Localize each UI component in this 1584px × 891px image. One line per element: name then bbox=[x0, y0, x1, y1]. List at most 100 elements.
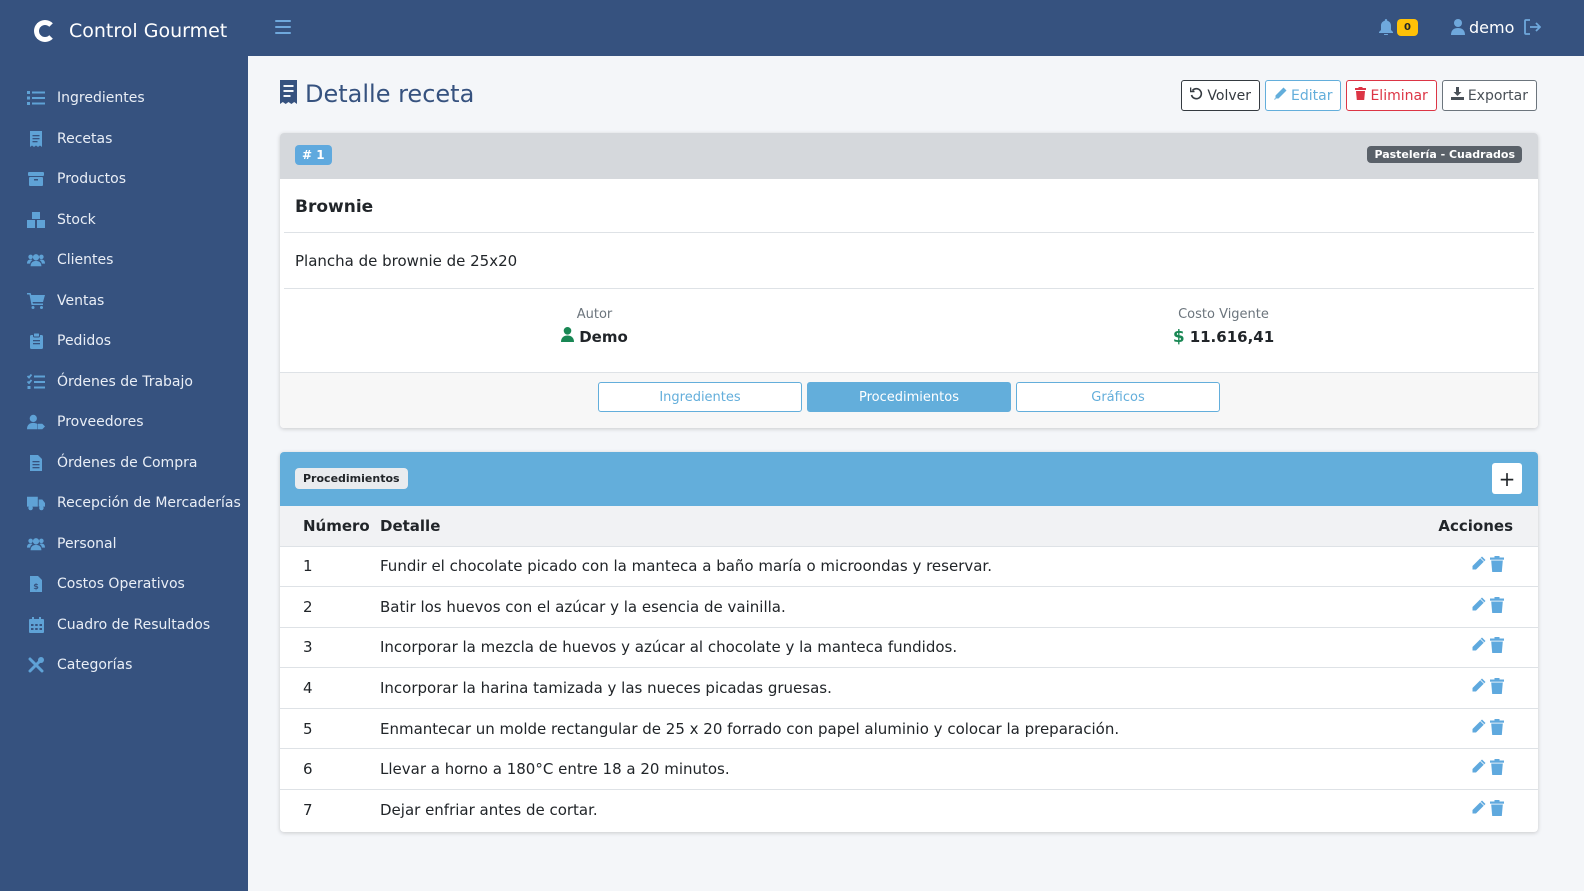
author-name: Demo bbox=[579, 327, 628, 346]
edit-pencil-icon[interactable] bbox=[1471, 556, 1486, 576]
delete-trash-icon[interactable] bbox=[1490, 637, 1504, 657]
sidebar-item-pedidos[interactable]: Pedidos bbox=[0, 321, 248, 362]
edit-pencil-icon[interactable] bbox=[1471, 800, 1486, 820]
export-button-label: Exportar bbox=[1467, 87, 1528, 104]
sidebar-item-ordenes-compra[interactable]: Órdenes de Compra bbox=[0, 443, 248, 484]
edit-pencil-icon[interactable] bbox=[1471, 597, 1486, 617]
sidebar-item-personal[interactable]: Personal bbox=[0, 524, 248, 565]
logout-icon[interactable] bbox=[1524, 19, 1542, 39]
delete-button[interactable]: Eliminar bbox=[1346, 80, 1437, 111]
sidebar: Control Gourmet Ingredientes Recetas Pro… bbox=[0, 0, 248, 891]
undo-icon bbox=[1190, 87, 1203, 104]
step-number: 2 bbox=[303, 597, 313, 616]
box-icon bbox=[27, 171, 45, 187]
sidebar-item-costos-operativos[interactable]: $ Costos Operativos bbox=[0, 564, 248, 605]
sidebar-item-ordenes-trabajo[interactable]: Órdenes de Trabajo bbox=[0, 362, 248, 403]
sidebar-item-label: Clientes bbox=[57, 252, 114, 269]
table-header-row: Número Detalle Acciones bbox=[280, 506, 1538, 546]
add-procedure-button[interactable]: + bbox=[1492, 463, 1522, 494]
recipe-card: # 1 Pastelería - Cuadrados Brownie Planc… bbox=[280, 133, 1538, 428]
delete-trash-icon[interactable] bbox=[1490, 596, 1504, 617]
download-icon bbox=[1450, 87, 1464, 104]
edit-button[interactable]: Editar bbox=[1265, 80, 1342, 111]
user-icon bbox=[561, 327, 575, 346]
row-actions bbox=[1398, 546, 1538, 587]
header-actions: Volver Editar Eliminar Exportar bbox=[1181, 80, 1537, 111]
table-row: 4 Incorporar la harina tamizada y las nue… bbox=[280, 667, 1538, 709]
sidebar-item-label: Proveedores bbox=[57, 414, 144, 431]
sidebar-item-label: Pedidos bbox=[57, 333, 112, 350]
app-name: Control Gourmet bbox=[69, 20, 228, 42]
brand[interactable]: Control Gourmet bbox=[0, 0, 248, 62]
receipt-icon bbox=[27, 130, 45, 147]
file-icon bbox=[27, 454, 45, 471]
sidebar-item-categorias[interactable]: Categorías bbox=[0, 645, 248, 686]
tab-bar: Ingredientes Procedimientos Gráficos bbox=[598, 382, 1220, 412]
page-title-text: Detalle receta bbox=[305, 80, 475, 108]
delete-trash-icon[interactable] bbox=[1490, 718, 1504, 739]
edit-pencil-icon[interactable] bbox=[1471, 759, 1486, 779]
sidebar-item-ventas[interactable]: Ventas bbox=[0, 281, 248, 322]
sidebar-item-proveedores[interactable]: Proveedores bbox=[0, 402, 248, 443]
sidebar-item-cuadro-resultados[interactable]: Cuadro de Resultados bbox=[0, 605, 248, 646]
edit-pencil-icon[interactable] bbox=[1471, 719, 1486, 739]
column-header-numero: Número bbox=[303, 516, 370, 535]
sidebar-item-recetas[interactable]: Recetas bbox=[0, 119, 248, 160]
tab-ingredientes[interactable]: Ingredientes bbox=[598, 382, 802, 412]
row-actions bbox=[1398, 790, 1538, 831]
sidebar-item-label: Órdenes de Compra bbox=[57, 454, 198, 471]
export-button[interactable]: Exportar bbox=[1441, 80, 1537, 111]
delete-trash-icon[interactable] bbox=[1490, 759, 1504, 779]
pencil-icon bbox=[1274, 87, 1287, 104]
tab-procedimientos[interactable]: Procedimientos bbox=[807, 382, 1011, 412]
divider bbox=[284, 232, 1534, 233]
cost-value: $ 11.616,41 bbox=[1173, 327, 1274, 347]
step-number: 3 bbox=[303, 638, 313, 657]
delete-trash-icon[interactable] bbox=[1490, 800, 1504, 820]
step-detail: Dejar enfriar antes de cortar. bbox=[380, 801, 598, 820]
sidebar-item-label: Ingredientes bbox=[57, 90, 145, 107]
delete-trash-icon[interactable] bbox=[1490, 556, 1504, 576]
table-row: 3 Incorporar la mezcla de huevos y azúcar… bbox=[280, 627, 1538, 668]
user-icon bbox=[1451, 19, 1465, 39]
delete-trash-icon[interactable] bbox=[1490, 678, 1504, 698]
sidebar-item-label: Productos bbox=[57, 171, 127, 188]
edit-button-label: Editar bbox=[1291, 87, 1333, 104]
category-badge: Pastelería - Cuadrados bbox=[1367, 146, 1522, 163]
row-actions bbox=[1398, 749, 1538, 790]
sidebar-item-productos[interactable]: Productos bbox=[0, 159, 248, 200]
tasks-icon bbox=[27, 374, 45, 390]
sidebar-item-label: Personal bbox=[57, 535, 117, 552]
step-detail: Llevar a horno a 180°C entre 18 a 20 min… bbox=[380, 760, 730, 779]
sidebar-item-label: Recepción de Mercaderías bbox=[57, 495, 241, 512]
tools-icon bbox=[27, 657, 45, 673]
step-number: 5 bbox=[303, 719, 313, 738]
svg-text:$: $ bbox=[33, 582, 39, 591]
author-value: Demo bbox=[561, 327, 628, 346]
back-button[interactable]: Volver bbox=[1181, 80, 1260, 111]
receipt-icon bbox=[280, 80, 297, 108]
sidebar-item-recepcion[interactable]: Recepción de Mercaderías bbox=[0, 483, 248, 524]
step-number: 1 bbox=[303, 557, 313, 576]
edit-pencil-icon[interactable] bbox=[1471, 678, 1486, 698]
cost-block: Costo Vigente $ 11.616,41 bbox=[909, 307, 1538, 347]
user-tag-icon bbox=[27, 414, 45, 430]
sidebar-item-clientes[interactable]: Clientes bbox=[0, 240, 248, 281]
tab-graficos[interactable]: Gráficos bbox=[1016, 382, 1220, 412]
menu-toggle-icon[interactable] bbox=[275, 20, 291, 34]
procedures-table: Número Detalle Acciones 1 Fundir el choco… bbox=[280, 506, 1538, 830]
bell-icon[interactable] bbox=[1379, 19, 1393, 39]
sidebar-item-ingredientes[interactable]: Ingredientes bbox=[0, 78, 248, 119]
step-detail: Enmantecar un molde rectangular de 25 x … bbox=[380, 719, 1120, 738]
divider bbox=[284, 288, 1534, 289]
sidebar-item-stock[interactable]: Stock bbox=[0, 200, 248, 241]
table-row: 6 Llevar a horno a 180°C entre 18 a 20 mi… bbox=[280, 748, 1538, 790]
user-name[interactable]: demo bbox=[1469, 18, 1514, 37]
step-number: 6 bbox=[303, 760, 313, 779]
edit-pencil-icon[interactable] bbox=[1471, 637, 1486, 657]
dollar-icon: $ bbox=[1172, 327, 1185, 347]
procedures-card: Procedimientos + Número Detalle Acciones… bbox=[280, 452, 1538, 832]
sidebar-item-label: Ventas bbox=[57, 292, 105, 309]
users-icon bbox=[27, 252, 45, 268]
sidebar-item-label: Órdenes de Trabajo bbox=[57, 373, 193, 390]
